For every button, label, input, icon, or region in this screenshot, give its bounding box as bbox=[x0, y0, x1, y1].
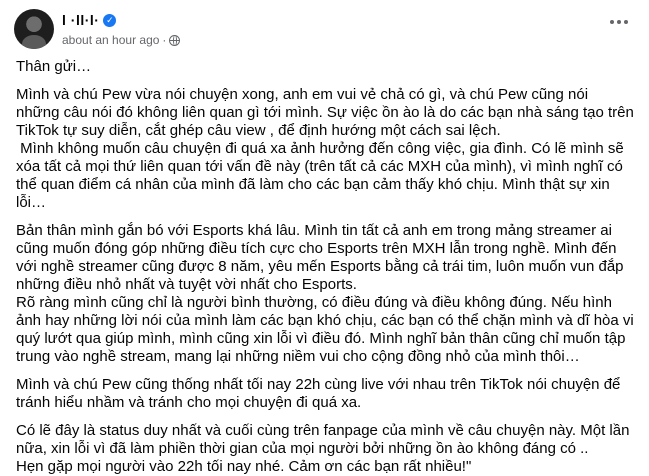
post-paragraph: Thân gửi… bbox=[16, 58, 92, 75]
more-options-icon bbox=[617, 20, 621, 24]
more-options-icon bbox=[610, 20, 614, 24]
more-options-icon bbox=[624, 20, 628, 24]
post-body: Thân gửi… Mình và chú Pew vừa nói chuyện… bbox=[16, 58, 634, 476]
facebook-post: l ·ll·l· ✓ about an hour ago · Thân gửi…… bbox=[0, 0, 649, 475]
more-options-button[interactable] bbox=[604, 12, 634, 32]
author-name[interactable]: l ·ll·l· bbox=[62, 12, 99, 28]
globe-icon[interactable] bbox=[169, 34, 181, 46]
post-paragraph: Bản thân mình gắn bó với Esports khá lâu… bbox=[16, 222, 634, 365]
post-timestamp[interactable]: about an hour ago bbox=[62, 33, 159, 47]
post-paragraph: Mình và chú Pew vừa nói chuyện xong, anh… bbox=[16, 86, 634, 211]
post-header: l ·ll·l· ✓ about an hour ago · bbox=[14, 8, 634, 52]
post-paragraph: Mình và chú Pew cũng thống nhất tối nay … bbox=[16, 376, 625, 411]
post-paragraph: Có lẽ đây là status duy nhất và cuối cùn… bbox=[16, 422, 630, 475]
post-meta: about an hour ago · bbox=[62, 32, 181, 48]
verified-badge-icon: ✓ bbox=[103, 13, 117, 27]
avatar[interactable] bbox=[14, 9, 54, 49]
author-row: l ·ll·l· ✓ bbox=[62, 11, 117, 29]
meta-separator: · bbox=[162, 33, 167, 47]
